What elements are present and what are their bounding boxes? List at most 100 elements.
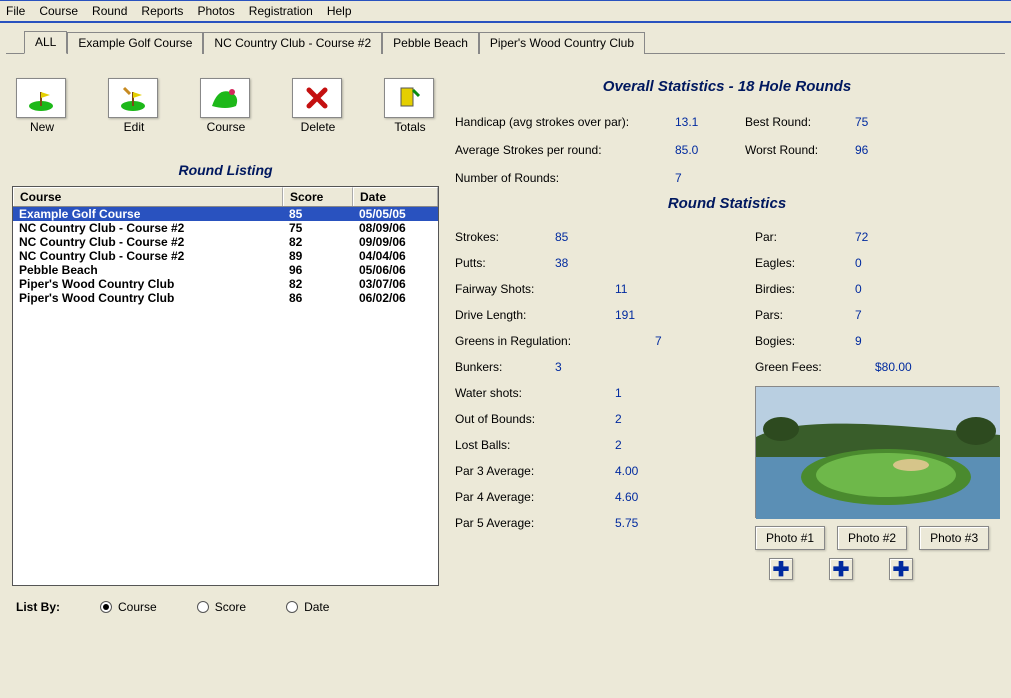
- add-photo-2[interactable]: ✚: [829, 558, 853, 580]
- cell-date: 05/05/05: [353, 207, 438, 221]
- tab-all[interactable]: ALL: [24, 31, 67, 54]
- menu-photos[interactable]: Photos: [197, 4, 234, 18]
- header-score[interactable]: Score: [283, 187, 353, 206]
- round-stats-right: Par:72 Eagles:0 Birdies:0 Pars:7 Bogies:…: [755, 230, 999, 580]
- new-label: New: [16, 120, 68, 134]
- round-listing[interactable]: Course Score Date Example Golf Course850…: [12, 186, 439, 586]
- listby-date[interactable]: Date: [286, 600, 329, 614]
- round-stats-title: Round Statistics: [455, 195, 999, 212]
- menu-reports[interactable]: Reports: [141, 4, 183, 18]
- golf-tee-icon: [16, 78, 66, 118]
- menu-course[interactable]: Course: [39, 4, 78, 18]
- cell-score: 86: [283, 291, 353, 305]
- add-photo-3[interactable]: ✚: [889, 558, 913, 580]
- radio-icon: [100, 601, 112, 613]
- putts-value: 38: [555, 256, 568, 270]
- table-row[interactable]: Example Golf Course8505/05/05: [13, 207, 438, 221]
- cell-course: NC Country Club - Course #2: [13, 221, 283, 235]
- handicap-value: 13.1: [675, 115, 745, 129]
- course-label: Course: [200, 120, 252, 134]
- pars-value: 7: [855, 308, 862, 322]
- cell-course: Example Golf Course: [13, 207, 283, 221]
- photo-button-row: Photo #1 Photo #2 Photo #3: [755, 526, 999, 550]
- totals-button[interactable]: Totals: [384, 78, 436, 134]
- menu-registration[interactable]: Registration: [249, 4, 313, 18]
- table-row[interactable]: Pebble Beach9605/06/06: [13, 263, 438, 277]
- tab-nc-country-club[interactable]: NC Country Club - Course #2: [203, 32, 382, 54]
- cell-course: NC Country Club - Course #2: [13, 249, 283, 263]
- table-row[interactable]: NC Country Club - Course #27508/09/06: [13, 221, 438, 235]
- strokes-label: Strokes:: [455, 230, 555, 244]
- add-photo-1[interactable]: ✚: [769, 558, 793, 580]
- bunkers-label: Bunkers:: [455, 360, 555, 374]
- putts-label: Putts:: [455, 256, 555, 270]
- list-header: Course Score Date: [13, 187, 438, 207]
- delete-button[interactable]: Delete: [292, 78, 344, 134]
- tab-example-golf-course[interactable]: Example Golf Course: [67, 32, 203, 54]
- oob-value: 2: [615, 412, 622, 426]
- cell-score: 82: [283, 235, 353, 249]
- course-tabs: ALL Example Golf Course NC Country Club …: [24, 31, 1011, 53]
- menubar: File Course Round Reports Photos Registr…: [0, 0, 1011, 21]
- toolbar: New Edit: [16, 78, 439, 134]
- menu-round[interactable]: Round: [92, 4, 127, 18]
- header-course[interactable]: Course: [13, 187, 283, 206]
- golf-edit-icon: [108, 78, 158, 118]
- drive-label: Drive Length:: [455, 308, 615, 322]
- p4-value: 4.60: [615, 490, 638, 504]
- par-value: 72: [855, 230, 868, 244]
- cell-course: Piper's Wood Country Club: [13, 277, 283, 291]
- fairway-value: 11: [615, 282, 627, 296]
- avg-strokes-label: Average Strokes per round:: [455, 143, 675, 157]
- table-row[interactable]: Piper's Wood Country Club8606/02/06: [13, 291, 438, 305]
- worst-round-label: Worst Round:: [745, 143, 855, 157]
- course-button[interactable]: Course: [200, 78, 252, 134]
- water-value: 1: [615, 386, 622, 400]
- table-row[interactable]: Piper's Wood Country Club8203/07/06: [13, 277, 438, 291]
- cell-date: 08/09/06: [353, 221, 438, 235]
- green-fees-value: $80.00: [875, 360, 912, 374]
- eagles-label: Eagles:: [755, 256, 855, 270]
- bunkers-value: 3: [555, 360, 562, 374]
- pars-label: Pars:: [755, 308, 855, 322]
- cell-course: NC Country Club - Course #2: [13, 235, 283, 249]
- photo-3-button[interactable]: Photo #3: [919, 526, 989, 550]
- num-rounds-value: 7: [675, 171, 745, 185]
- photo-1-button[interactable]: Photo #1: [755, 526, 825, 550]
- listby-course[interactable]: Course: [100, 600, 157, 614]
- table-row[interactable]: NC Country Club - Course #28209/09/06: [13, 235, 438, 249]
- edit-button[interactable]: Edit: [108, 78, 160, 134]
- cell-course: Piper's Wood Country Club: [13, 291, 283, 305]
- course-map-icon: [200, 78, 250, 118]
- table-row[interactable]: NC Country Club - Course #28904/04/06: [13, 249, 438, 263]
- birdies-label: Birdies:: [755, 282, 855, 296]
- listby-score[interactable]: Score: [197, 600, 246, 614]
- best-round-value: 75: [855, 115, 925, 129]
- p3-label: Par 3 Average:: [455, 464, 615, 478]
- greens-value: 7: [655, 334, 662, 348]
- lost-label: Lost Balls:: [455, 438, 615, 452]
- p3-value: 4.00: [615, 464, 638, 478]
- totals-label: Totals: [384, 120, 436, 134]
- tab-pebble-beach[interactable]: Pebble Beach: [382, 32, 479, 54]
- bogies-value: 9: [855, 334, 862, 348]
- lost-value: 2: [615, 438, 622, 452]
- menu-help[interactable]: Help: [327, 4, 352, 18]
- list-by-label: List By:: [16, 600, 60, 614]
- birdies-value: 0: [855, 282, 862, 296]
- num-rounds-label: Number of Rounds:: [455, 171, 675, 185]
- round-stats-left: Strokes:85 Putts:38 Fairway Shots:11 Dri…: [455, 230, 755, 580]
- eagles-value: 0: [855, 256, 862, 270]
- menu-file[interactable]: File: [6, 4, 25, 18]
- water-label: Water shots:: [455, 386, 615, 400]
- greens-label: Greens in Regulation:: [455, 334, 655, 348]
- list-by-group: List By: Course Score Date: [16, 600, 439, 614]
- cell-date: 04/04/06: [353, 249, 438, 263]
- new-button[interactable]: New: [16, 78, 68, 134]
- list-body: Example Golf Course8505/05/05NC Country …: [13, 207, 438, 305]
- tab-pipers-wood[interactable]: Piper's Wood Country Club: [479, 32, 645, 54]
- photo-2-button[interactable]: Photo #2: [837, 526, 907, 550]
- header-date[interactable]: Date: [353, 187, 438, 206]
- worst-round-value: 96: [855, 143, 925, 157]
- cell-score: 85: [283, 207, 353, 221]
